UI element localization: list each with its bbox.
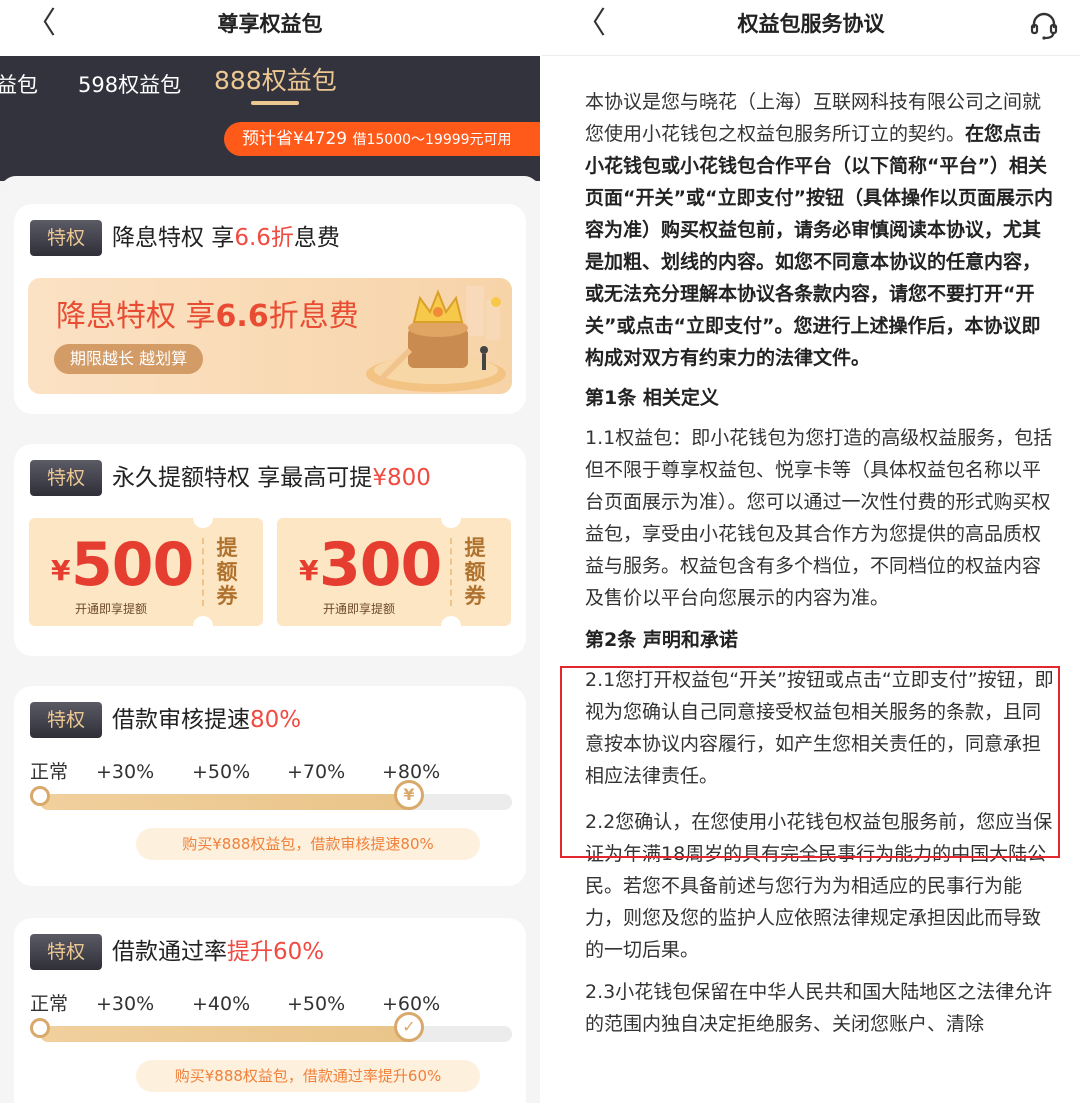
left-nav-bar: 〈 尊享权益包 (0, 0, 540, 56)
banner-headline: 降息特权 享6.6折息费 (56, 299, 359, 334)
coupon-notch (441, 518, 461, 528)
agreement-body: 本协议是您与晓花（上海）互联网科技有限公司之间就您使用小花钱包之权益包服务所订立… (585, 86, 1055, 1048)
banner-subtitle: 期限越长 越划算 (54, 344, 204, 374)
privilege-badge: 特权 (30, 934, 102, 970)
step-label: 正常 (30, 993, 69, 1015)
step-label: +50% (287, 993, 346, 1015)
interest-privilege-card: 特权 降息特权 享6.6折息费 降息特权 享6.6折息费 期限越长 越划算 (14, 204, 526, 414)
review-step-labels: 正常 +30% +50% +70% +80% (30, 758, 510, 786)
intro-paragraph: 本协议是您与晓花（上海）互联网科技有限公司之间就您使用小花钱包之权益包服务所订立… (585, 91, 1053, 369)
privilege-badge: 特权 (30, 220, 102, 256)
tab-package-partial[interactable]: 益包 (0, 70, 38, 100)
coupon-currency: ¥ (51, 554, 71, 587)
article-2-3-paragraph: 2.3小花钱包保留在中华人民共和国大陆地区之法律允许的范围内独自决定拒绝服务、关… (585, 981, 1053, 1035)
step-label: +50% (192, 761, 251, 783)
coupon-subtitle: 开通即享提额 (323, 602, 396, 616)
article-2-heading: 第2条 声明和承诺 (585, 629, 738, 651)
pass-rate-card: 特权 借款通过率提升60% 正常 +30% +40% +50% +60% ✓ 购… (14, 918, 526, 1103)
privilege-badge: 特权 (30, 702, 102, 738)
savings-amount: 预计省¥4729 (242, 129, 353, 149)
tab-598-package[interactable]: 598权益包 (78, 70, 181, 100)
yen-marker-icon: ¥ (394, 780, 424, 810)
progress-start-knob (30, 1018, 50, 1038)
quota-card-title: 永久提额特权 享最高可提¥800 (112, 465, 431, 491)
coupon-type-label: 提额券 (216, 536, 238, 608)
coupon-divider (450, 538, 452, 606)
tab-888-package[interactable]: 888权益包 (214, 66, 337, 96)
article-1-1-paragraph: 1.1权益包：即小花钱包为您打造的高级权益服务，包括但不限于尊享权益包、悦享卡等… (585, 427, 1053, 609)
step-label: +40% (192, 993, 251, 1015)
review-note-pill: 购买¥888权益包，借款审核提速80% (136, 828, 480, 860)
progress-start-knob (30, 786, 50, 806)
quota-privilege-card: 特权 永久提额特权 享最高可提¥800 ¥ 500 开通即享提额 提额券 ¥ 3… (14, 444, 526, 656)
left-page-title: 尊享权益包 (217, 12, 323, 36)
quota-coupon-300[interactable]: ¥ 300 开通即享提额 提额券 (277, 518, 511, 626)
coupon-subtitle: 开通即享提额 (75, 602, 148, 616)
article-2-highlight-box (560, 666, 1060, 858)
quota-coupon-500[interactable]: ¥ 500 开通即享提额 提额券 (29, 518, 263, 626)
coupon-amount: 500 (71, 530, 194, 600)
coupon-divider (202, 538, 204, 606)
review-speed-card: 特权 借款审核提速80% 正常 +30% +50% +70% +80% ¥ 购买… (14, 686, 526, 886)
coupon-notch (193, 518, 213, 528)
coupon-notch (441, 616, 461, 626)
coupon-type-label: 提额券 (464, 536, 486, 608)
pass-progress-fill (40, 1026, 418, 1042)
savings-loan-range: 借15000～19999元可用 (352, 132, 512, 148)
left-screen-privilege-package: 〈 尊享权益包 益包 598权益包 888权益包 预计省¥4729 借15000… (0, 0, 540, 1103)
step-label: +70% (287, 761, 346, 783)
pass-card-title: 借款通过率提升60% (112, 939, 325, 965)
pass-step-labels: 正常 +30% +40% +50% +60% (30, 990, 510, 1018)
review-progress-fill (40, 794, 418, 810)
coupon-amount: 300 (319, 530, 442, 600)
step-label: +30% (96, 993, 155, 1015)
estimated-savings-pill: 预计省¥4729 借15000～19999元可用 (224, 122, 540, 156)
review-card-title: 借款审核提速80% (112, 707, 302, 733)
package-tab-band: 益包 598权益包 888权益包 预计省¥4729 借15000～19999元可… (0, 56, 540, 181)
right-nav-bar: 〈 权益包服务协议 (542, 0, 1080, 56)
right-page-title: 权益包服务协议 (737, 12, 885, 36)
article-1-heading: 第1条 相关定义 (585, 387, 719, 409)
privilege-sheet: 特权 降息特权 享6.6折息费 降息特权 享6.6折息费 期限越长 越划算 特权… (0, 176, 540, 1103)
customer-service-headset-icon[interactable] (1028, 10, 1060, 42)
pass-note-pill: 购买¥888权益包，借款通过率提升60% (136, 1060, 480, 1092)
check-marker-icon: ✓ (394, 1012, 424, 1042)
step-label: 正常 (30, 761, 69, 783)
coupon-currency: ¥ (299, 554, 319, 587)
interest-banner[interactable]: 降息特权 享6.6折息费 期限越长 越划算 (28, 278, 512, 394)
interest-card-title: 降息特权 享6.6折息费 (112, 225, 340, 251)
coupon-notch (193, 616, 213, 626)
step-label: +30% (96, 761, 155, 783)
right-screen-agreement: 〈 权益包服务协议 本协议是您与晓花（上海）互联网科技有限公司之间就您使用小花钱… (542, 0, 1080, 1103)
privilege-badge: 特权 (30, 460, 102, 496)
review-progress-track (40, 794, 512, 810)
active-tab-indicator (251, 101, 299, 105)
pass-progress-track (40, 1026, 512, 1042)
crown-illustration-icon (366, 286, 506, 392)
